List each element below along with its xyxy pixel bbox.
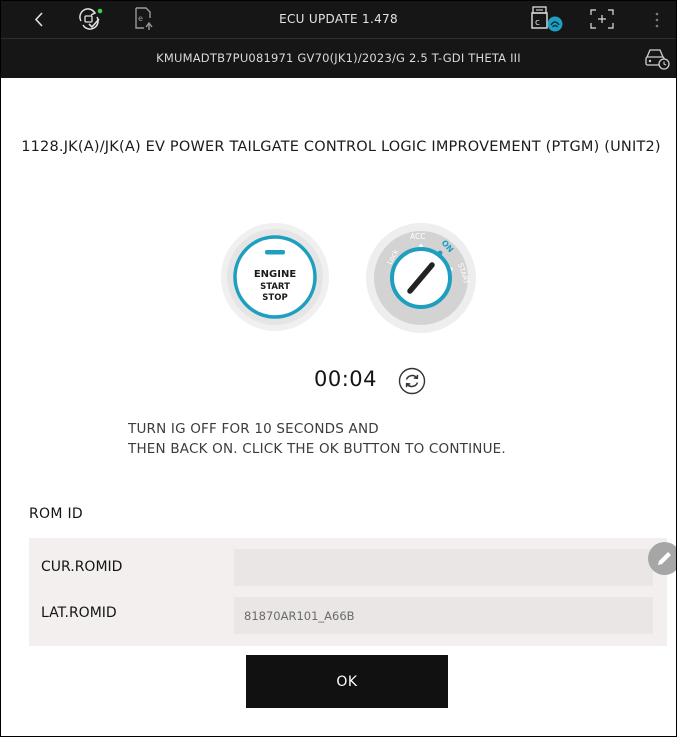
rom-id-heading: ROM ID [29,506,83,522]
app-header: e ECU UPDATE 1.478 c KMUMADTB7PU081971 G… [1,1,676,78]
ignition-acc-label: ACC [410,232,425,241]
rom-id-table: CUR.ROMID LAT.ROMID 81870AR101_A66B [29,538,667,646]
vehicle-info-bar: KMUMADTB7PU081971 GV70(JK1)/2023/G 2.5 T… [1,38,676,79]
more-icon[interactable] [654,12,660,28]
ignition-switch[interactable]: Lock ACC ON START [365,222,477,334]
update-title: 1128.JK(A)/JK(A) EV POWER TAILGATE CONTR… [21,139,661,155]
pencil-icon [658,552,671,565]
cur-romid-label: CUR.ROMID [41,559,123,575]
start-label: START [260,282,290,292]
ok-button[interactable]: OK [246,655,448,708]
instruction-line-1: TURN IG OFF FOR 10 SECONDS AND [128,421,379,437]
diagnostic-device-icon[interactable]: c [530,5,566,33]
vehicle-check-icon[interactable] [644,47,670,71]
edit-romid-button[interactable] [648,542,676,575]
engine-label: ENGINE [254,269,296,280]
app-title: ECU UPDATE 1.478 [279,12,398,26]
svg-text:c: c [535,18,540,28]
app-window: e ECU UPDATE 1.478 c KMUMADTB7PU081971 G… [0,0,677,737]
lat-romid-value: 81870AR101_A66B [234,597,653,634]
expand-icon[interactable] [590,9,614,29]
engine-start-stop-button[interactable]: ENGINE START STOP [220,222,330,332]
stop-label: STOP [262,293,287,303]
cur-romid-value [234,549,653,586]
vehicle-info-text: KMUMADTB7PU081971 GV70(JK1)/2023/G 2.5 T… [156,51,521,65]
toolbar: e ECU UPDATE 1.478 c [1,1,676,38]
refresh-icon[interactable] [398,367,426,395]
instruction-text: TURN IG OFF FOR 10 SECONDS AND THEN BACK… [128,419,506,459]
engine-indicator-light [265,250,285,255]
lat-romid-label: LAT.ROMID [41,605,117,621]
countdown-timer: 00:04 [314,367,378,391]
instruction-line-2: THEN BACK ON. CLICK THE OK BUTTON TO CON… [128,441,506,457]
